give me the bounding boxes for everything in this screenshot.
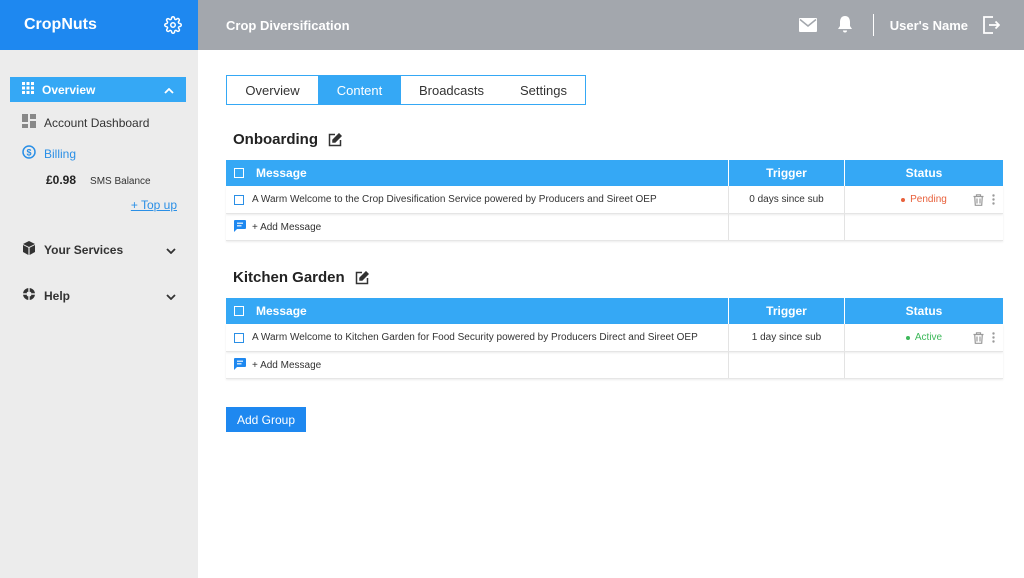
row-message-text: A Warm Welcome to the Crop Divesificatio… <box>252 194 657 205</box>
status-text: Pending <box>910 194 947 205</box>
add-row-trigger-cell <box>728 214 844 240</box>
edit-icon[interactable] <box>328 132 342 147</box>
table-row[interactable]: A Warm Welcome to the Crop Divesificatio… <box>226 186 1003 214</box>
trash-icon[interactable] <box>973 193 984 206</box>
sidebar-item-overview[interactable]: Overview <box>10 77 186 102</box>
header-message: Message <box>226 160 728 186</box>
row-actions <box>973 186 995 213</box>
add-message-row: + Add Message <box>226 352 1003 379</box>
brand-bar: CropNuts <box>0 0 198 50</box>
mail-icon[interactable] <box>798 18 817 32</box>
select-all-checkbox[interactable] <box>234 168 244 178</box>
add-message-row: + Add Message <box>226 214 1003 241</box>
table-header: Message Trigger Status <box>226 298 1003 324</box>
status-text: Active <box>914 332 943 343</box>
row-message-cell: A Warm Welcome to the Crop Divesificatio… <box>226 186 728 213</box>
status-dot <box>901 197 906 202</box>
row-checkbox[interactable] <box>234 194 244 205</box>
table-row[interactable]: A Warm Welcome to Kitchen Garden for Foo… <box>226 324 1003 352</box>
chat-icon <box>234 357 246 373</box>
content-tabs: Overview Content Broadcasts Settings <box>226 75 586 105</box>
sidebar-item-label: Billing <box>44 146 77 161</box>
sidebar-item-billing[interactable]: $ Billing <box>22 145 76 162</box>
group-title-kitchen-garden: Kitchen Garden <box>233 269 369 286</box>
more-vertical-icon[interactable] <box>992 332 995 343</box>
tab-content[interactable]: Content <box>318 76 401 104</box>
row-trigger: 0 days since sub <box>728 186 844 213</box>
chevron-down-icon[interactable] <box>166 289 176 303</box>
row-checkbox[interactable] <box>234 332 244 343</box>
header-message: Message <box>226 298 728 324</box>
gear-icon[interactable] <box>164 16 182 34</box>
row-status-cell: Pending <box>844 186 1003 213</box>
lifebuoy-icon <box>22 287 36 304</box>
status-dot <box>905 335 910 340</box>
brand-logo-text: CropNuts <box>24 16 97 33</box>
header-message-label: Message <box>256 304 307 318</box>
select-all-checkbox[interactable] <box>234 306 244 316</box>
sidebar-item-help[interactable]: Help <box>22 287 176 304</box>
chevron-down-icon[interactable] <box>166 243 176 257</box>
logout-icon[interactable] <box>982 16 1000 34</box>
sms-balance-amount: £0.98 <box>46 173 77 187</box>
dashboard-icon <box>22 114 36 131</box>
group-title-onboarding: Onboarding <box>233 131 342 148</box>
bell-icon[interactable] <box>837 16 853 34</box>
row-status-cell: Active <box>844 324 1003 351</box>
sidebar-item-your-services[interactable]: Your Services <box>22 241 176 258</box>
tab-settings[interactable]: Settings <box>502 76 585 104</box>
messages-table-kitchen-garden: Message Trigger Status A Warm Welcome to… <box>226 298 1003 379</box>
add-row-trigger-cell <box>728 352 844 378</box>
tab-overview[interactable]: Overview <box>227 76 318 104</box>
user-name[interactable]: User's Name <box>890 18 968 33</box>
status-badge: Pending <box>901 194 947 205</box>
row-trigger: 1 day since sub <box>728 324 844 351</box>
messages-table-onboarding: Message Trigger Status A Warm Welcome to… <box>226 160 1003 241</box>
add-row-status-cell <box>844 352 1003 378</box>
header-trigger: Trigger <box>728 160 844 186</box>
sidebar-item-label: Your Services <box>44 242 124 257</box>
sidebar-item-label: Account Dashboard <box>44 115 150 130</box>
chevron-up-icon[interactable] <box>164 83 174 97</box>
row-message-cell: A Warm Welcome to Kitchen Garden for Foo… <box>226 324 728 351</box>
sms-balance: £0.98 SMS Balance <box>46 173 151 187</box>
dollar-circle-icon: $ <box>22 145 36 162</box>
group-title-text: Onboarding <box>233 131 318 148</box>
group-title-text: Kitchen Garden <box>233 269 345 286</box>
table-header: Message Trigger Status <box>226 160 1003 186</box>
header-trigger: Trigger <box>728 298 844 324</box>
add-group-button[interactable]: Add Group <box>226 407 306 432</box>
add-message-button[interactable]: + Add Message <box>226 214 728 240</box>
sms-balance-label: SMS Balance <box>90 176 151 187</box>
header-status: Status <box>844 298 1003 324</box>
row-message-text: A Warm Welcome to Kitchen Garden for Foo… <box>252 332 698 343</box>
page-title: Crop Diversification <box>226 17 350 33</box>
add-message-button[interactable]: + Add Message <box>226 352 728 378</box>
status-badge: Active <box>905 332 943 343</box>
top-header: Crop Diversification User's Name <box>198 0 1024 50</box>
add-row-status-cell <box>844 214 1003 240</box>
sidebar: CropNuts Overview Account Dashboard $ Bi… <box>0 0 198 578</box>
tab-broadcasts[interactable]: Broadcasts <box>401 76 502 104</box>
sidebar-item-label: Overview <box>42 82 96 97</box>
svg-text:$: $ <box>26 148 31 158</box>
box-icon <box>22 241 36 258</box>
grid-icon <box>22 82 34 97</box>
chat-icon <box>234 219 246 235</box>
more-vertical-icon[interactable] <box>992 194 995 205</box>
row-actions <box>973 324 995 351</box>
top-up-link[interactable]: + Top up <box>131 198 177 212</box>
sidebar-item-account-dashboard[interactable]: Account Dashboard <box>22 114 149 131</box>
header-divider <box>872 14 874 36</box>
header-status: Status <box>844 160 1003 186</box>
add-message-label: + Add Message <box>252 359 322 371</box>
trash-icon[interactable] <box>973 331 984 344</box>
edit-icon[interactable] <box>355 270 369 285</box>
header-message-label: Message <box>256 166 307 180</box>
sidebar-item-label: Help <box>44 288 71 303</box>
add-message-label: + Add Message <box>252 221 322 233</box>
